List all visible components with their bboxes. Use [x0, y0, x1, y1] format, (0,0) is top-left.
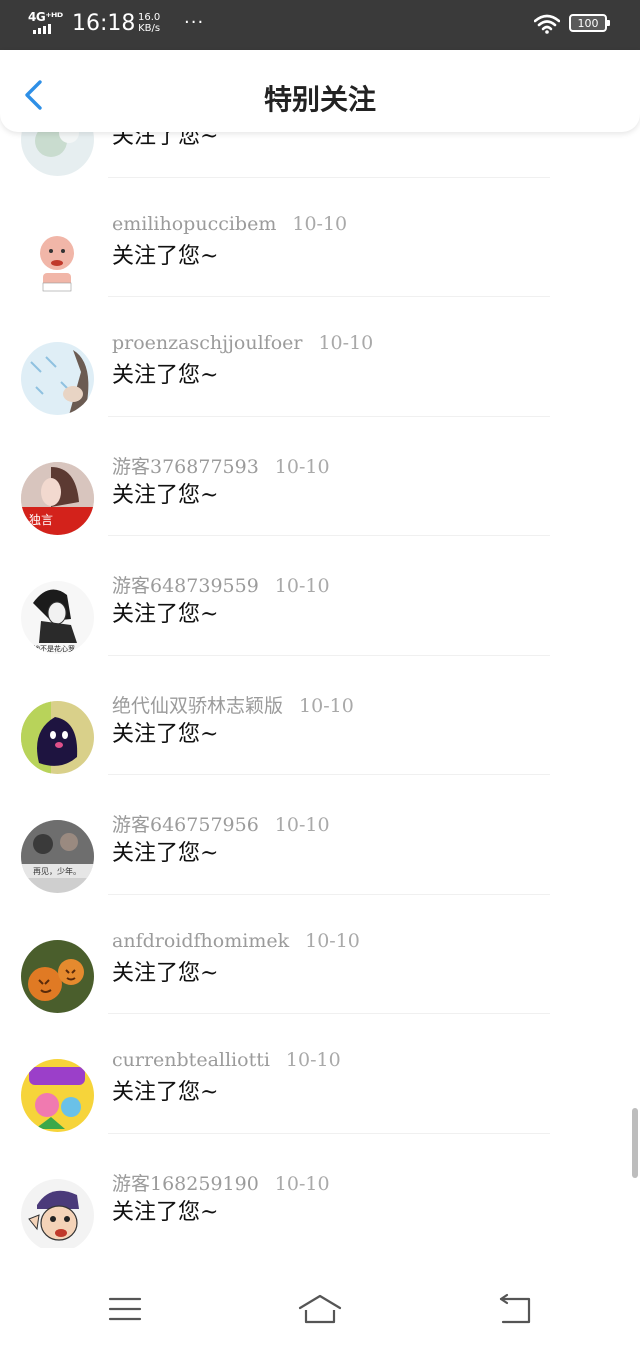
item-meta: currenbtealliotti 10-10 — [112, 1049, 341, 1071]
home-icon[interactable] — [296, 1292, 344, 1326]
avatar[interactable] — [21, 1178, 94, 1248]
back-arrow-icon[interactable] — [491, 1292, 539, 1326]
avatar[interactable] — [21, 939, 94, 1013]
item-username[interactable]: 游客646757956 — [112, 814, 259, 836]
item-meta: 绝代仙双骄林志颖版 10-10 — [112, 691, 354, 718]
item-message: 关注了您~ — [112, 243, 219, 269]
svg-text:再见，少年。: 再见，少年。 — [33, 866, 81, 876]
network-speed-value: 16.0 — [138, 12, 161, 23]
item-message: 关注了您~ — [112, 1199, 219, 1225]
item-username[interactable]: 绝代仙双骄林志颖版 — [112, 695, 283, 717]
item-date: 10-10 — [274, 575, 330, 597]
svg-text:独言: 独言 — [29, 513, 53, 527]
item-date: 10-10 — [274, 1172, 330, 1195]
item-username[interactable]: currenbtealliotti — [112, 1049, 270, 1071]
list-item[interactable]: 绝代仙双骄林志颖版 10-10 关注了您~ — [0, 656, 640, 775]
avatar[interactable] — [21, 342, 94, 415]
item-username[interactable]: 游客168259190 — [112, 1173, 259, 1195]
list-item[interactable]: emilihopuccibem 10-10 关注了您~ — [0, 178, 640, 297]
list-item[interactable]: 独言 游客376877593 10-10 关注了您~ — [0, 417, 640, 536]
more-notifications-icon: ··· — [184, 12, 205, 33]
item-message: 关注了您~ — [112, 960, 219, 986]
system-nav-bar — [0, 1262, 640, 1351]
clock: 16:18 — [72, 11, 136, 36]
item-message: 关注了您~ — [112, 1080, 219, 1105]
item-date: 10-10 — [285, 1049, 341, 1071]
network-speed-unit: KB/s — [138, 23, 161, 34]
app-header: 特别关注 — [0, 50, 640, 132]
list-item[interactable]: proenzaschjjoulfoer 10-10 关注了您~ — [0, 297, 640, 417]
item-meta: anfdroidfhomimek 10-10 — [112, 930, 360, 952]
item-date: 10-10 — [292, 212, 348, 235]
item-message: 关注了您~ — [112, 841, 219, 866]
item-username[interactable]: 游客648739559 — [112, 575, 259, 597]
list-item[interactable]: 游客168259190 10-10 关注了您~ — [0, 1134, 640, 1248]
item-username[interactable]: emilihopuccibem — [112, 213, 276, 235]
item-date: 10-10 — [274, 455, 330, 478]
network-indicator: 4G⁺ᴴᴰ — [28, 10, 63, 24]
battery-icon: 100 — [569, 14, 610, 32]
item-meta: emilihopuccibem 10-10 — [112, 213, 347, 235]
avatar[interactable] — [21, 222, 94, 296]
battery-level: 100 — [577, 16, 599, 30]
network-speed: 16.0 KB/s — [138, 12, 160, 34]
menu-icon[interactable] — [101, 1292, 149, 1326]
avatar[interactable] — [21, 1059, 94, 1132]
follow-notification-list[interactable]: 关注了您~ emilihopuccibem 10-10 关注了您~ proenz… — [0, 58, 640, 1248]
svg-text:她不是花心罗: 她不是花心罗 — [33, 644, 75, 653]
item-username[interactable]: 游客376877593 — [112, 456, 259, 478]
list-item[interactable]: anfdroidfhomimek 10-10 关注了您~ — [0, 895, 640, 1014]
item-meta: 游客168259190 10-10 — [112, 1169, 330, 1196]
wifi-icon — [534, 14, 560, 34]
avatar[interactable]: 独言 — [21, 461, 94, 535]
signal-icon — [33, 24, 51, 34]
item-meta: 游客648739559 10-10 — [112, 571, 330, 598]
item-date: 10-10 — [318, 332, 374, 354]
scrollbar[interactable] — [632, 1108, 638, 1178]
status-bar: 4G⁺ᴴᴰ 16:18 16.0 KB/s ··· 100 — [0, 0, 640, 50]
avatar[interactable]: 她不是花心罗 — [21, 581, 94, 654]
list-item[interactable]: 再见，少年。 游客646757956 10-10 关注了您~ — [0, 775, 640, 895]
item-meta: 游客376877593 10-10 — [112, 452, 330, 479]
item-meta: proenzaschjjoulfoer 10-10 — [112, 332, 373, 354]
item-message: 关注了您~ — [112, 482, 219, 508]
item-meta: 游客646757956 10-10 — [112, 810, 330, 837]
avatar[interactable] — [21, 700, 94, 774]
list-item[interactable]: currenbtealliotti 10-10 关注了您~ — [0, 1014, 640, 1134]
item-message: 关注了您~ — [112, 602, 219, 627]
item-date: 10-10 — [299, 694, 354, 717]
item-date: 10-10 — [274, 814, 330, 836]
item-message: 关注了您~ — [112, 363, 219, 388]
item-username[interactable]: anfdroidfhomimek — [112, 930, 289, 952]
list-item[interactable]: 她不是花心罗 游客648739559 10-10 关注了您~ — [0, 536, 640, 656]
avatar[interactable]: 再见，少年。 — [21, 820, 94, 893]
item-username[interactable]: proenzaschjjoulfoer — [112, 332, 302, 354]
item-message: 关注了您~ — [112, 721, 219, 747]
item-date: 10-10 — [305, 929, 360, 952]
page-title: 特别关注 — [263, 83, 376, 116]
